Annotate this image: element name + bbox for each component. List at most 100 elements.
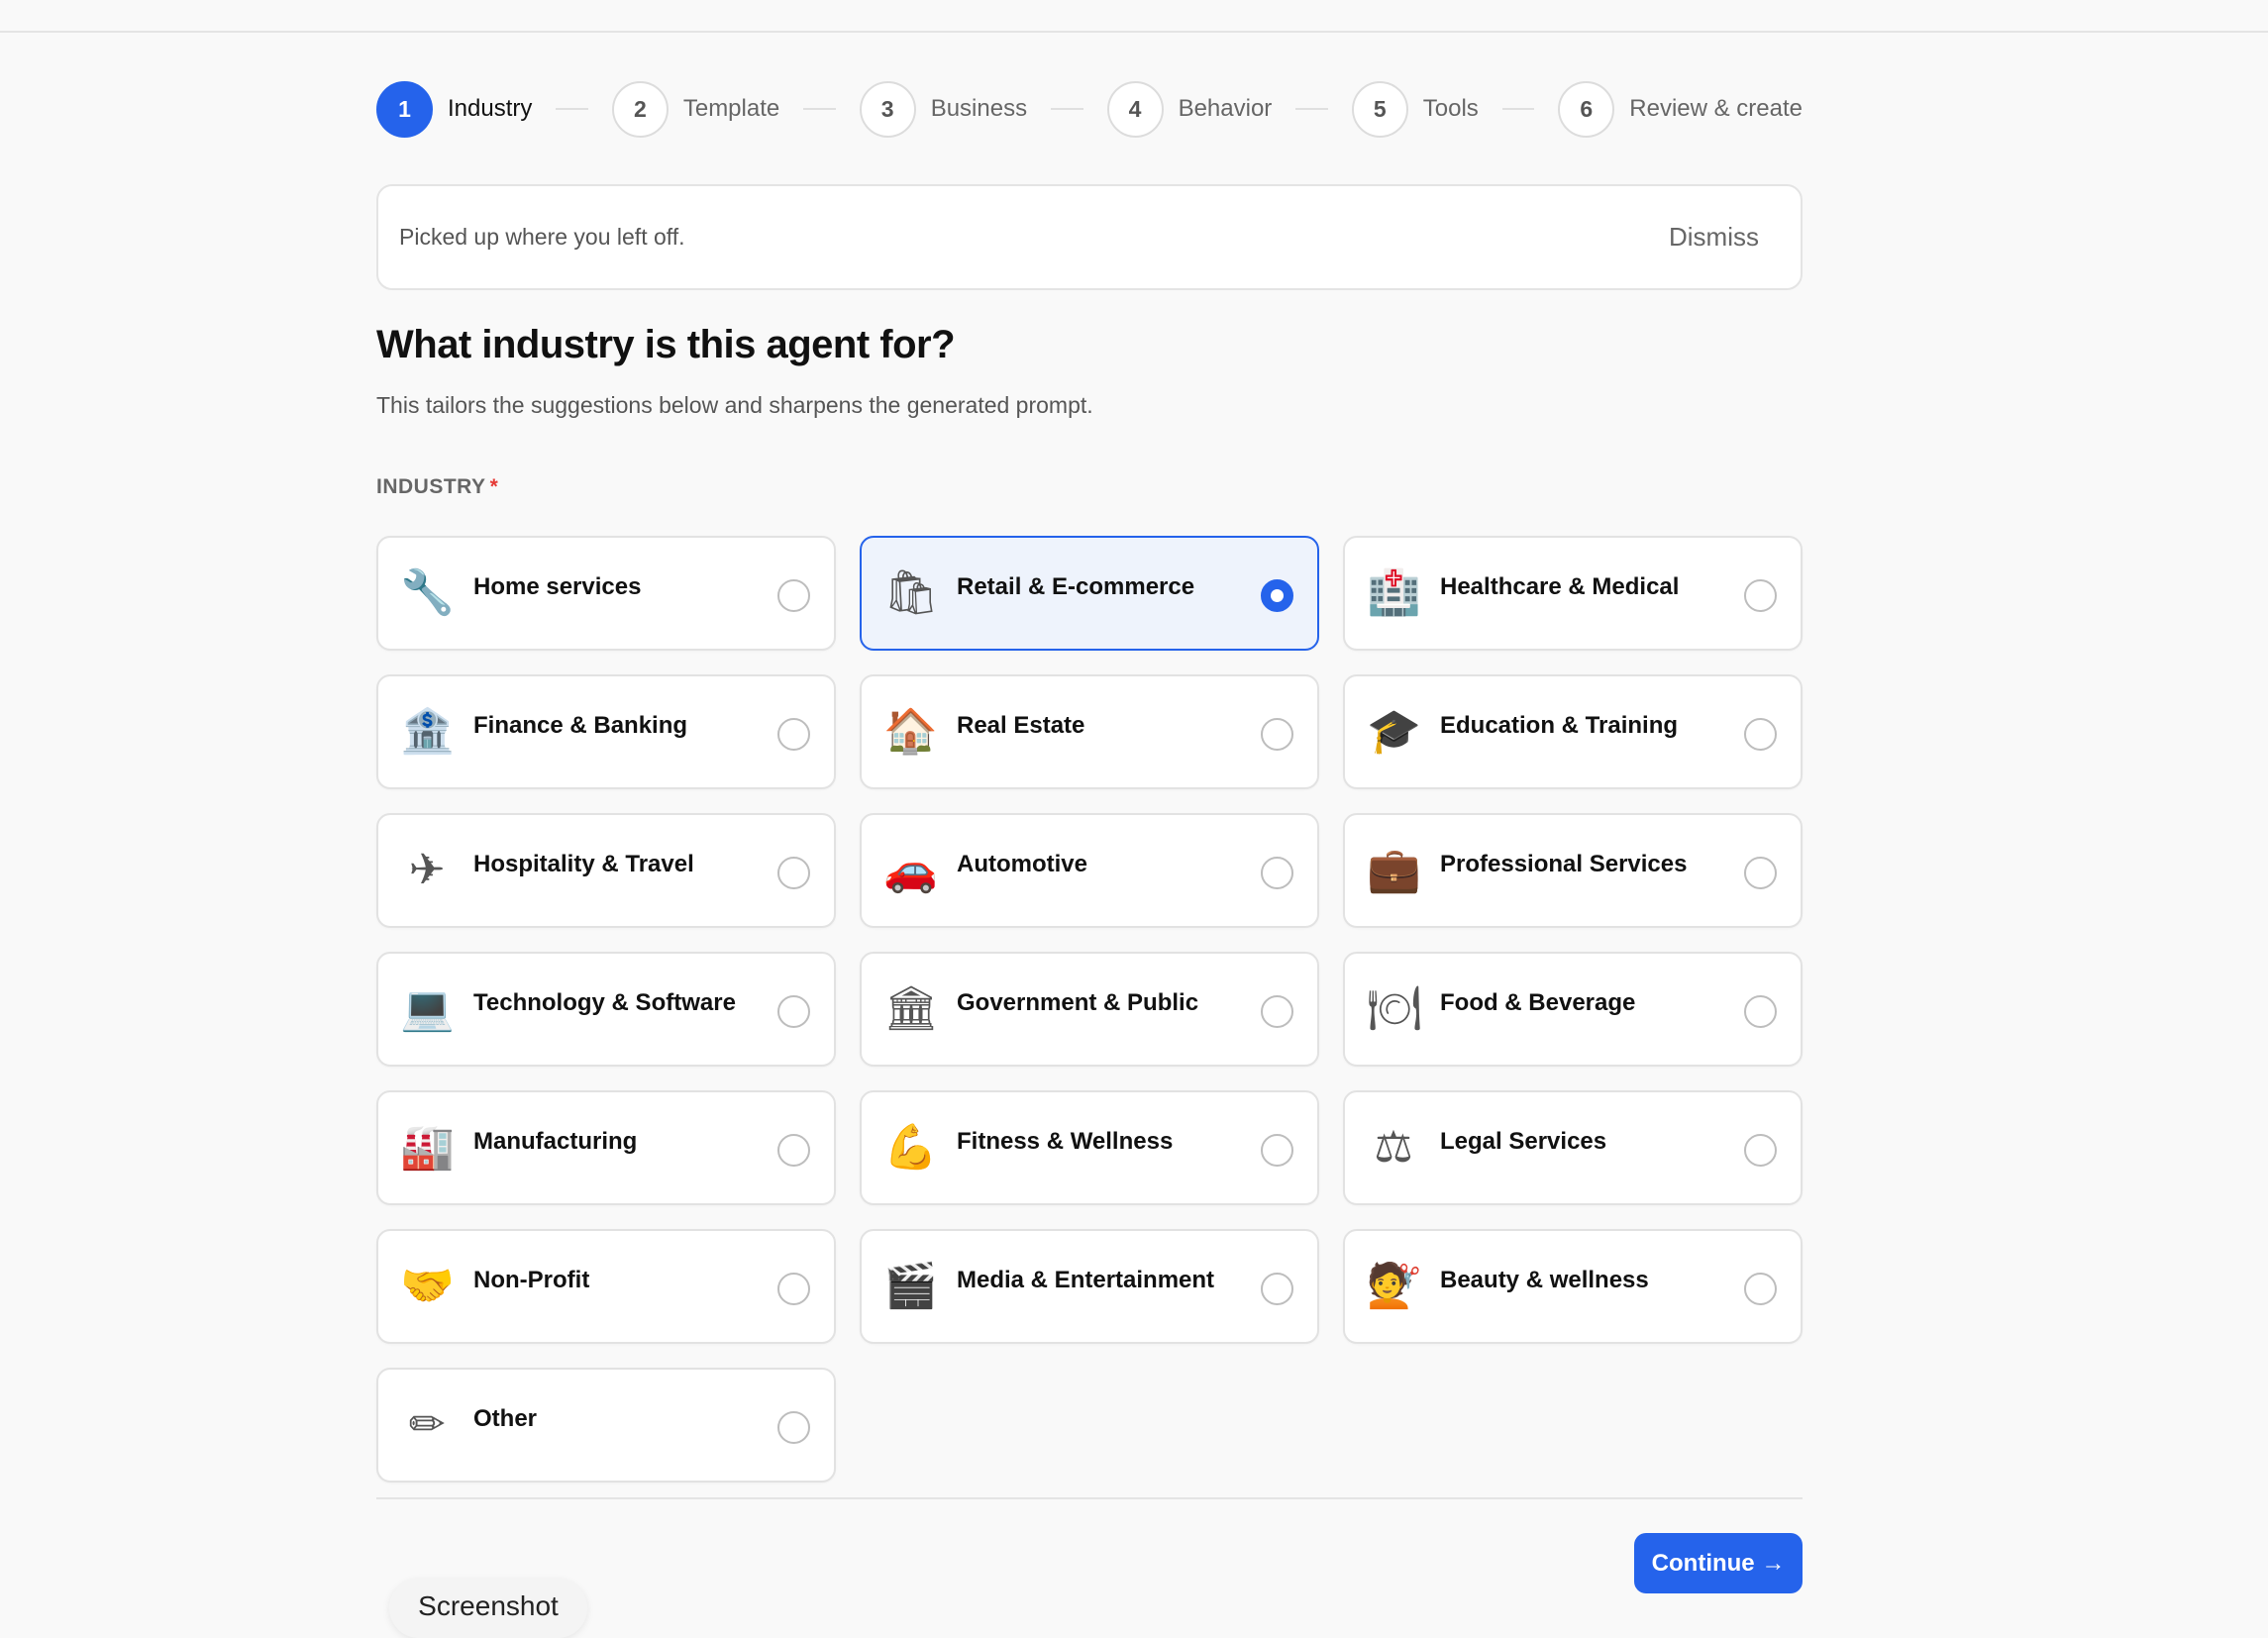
radio-unselected[interactable]: [777, 579, 810, 612]
car-icon: 🚗: [883, 845, 938, 895]
step-behavior[interactable]: 4 Behavior: [1106, 80, 1273, 138]
radio-unselected[interactable]: [1744, 718, 1777, 751]
radio-unselected[interactable]: [1744, 1273, 1777, 1305]
industry-option-label: Technology & Software: [473, 989, 736, 1016]
industry-option-card[interactable]: ✏ Other: [376, 1368, 836, 1483]
step-label: Tools: [1422, 95, 1479, 122]
radio-unselected[interactable]: [1261, 857, 1293, 889]
industry-option-label: Professional Services: [1440, 851, 1688, 877]
radio-unselected[interactable]: [777, 718, 810, 751]
house-icon: 🏠: [883, 706, 938, 757]
clapper-board-icon: 🎬: [883, 1261, 938, 1311]
step-review-create[interactable]: 6 Review & create: [1558, 80, 1804, 138]
industry-option-card[interactable]: 🚗 Automotive: [860, 813, 1319, 928]
classical-building-icon: 🏛: [883, 983, 939, 1034]
haircut-icon: 💇: [1367, 1261, 1421, 1311]
wizard-stepper: 1 Industry 2 Template 3 Business 4 Behav…: [376, 79, 1803, 139]
pencil-icon: ✏: [408, 1399, 446, 1450]
bank-icon: 🏦: [400, 706, 455, 757]
step-number: 4: [1106, 80, 1164, 138]
radio-unselected[interactable]: [777, 1134, 810, 1167]
industry-option-label: Healthcare & Medical: [1440, 573, 1680, 600]
industry-option-label: Other: [473, 1405, 538, 1432]
dismiss-button[interactable]: Dismiss: [1669, 222, 1759, 253]
graduation-cap-icon: 🎓: [1367, 706, 1421, 757]
industry-option-label: Hospitality & Travel: [473, 851, 694, 877]
radio-unselected[interactable]: [1744, 995, 1777, 1028]
industry-option-label: Government & Public: [957, 989, 1199, 1016]
industry-option-card[interactable]: 🏭 Manufacturing: [376, 1090, 836, 1205]
step-industry[interactable]: 1 Industry: [376, 80, 533, 138]
step-label: Behavior: [1178, 95, 1273, 122]
step-connector: [1501, 108, 1535, 110]
resume-banner: Picked up where you left off. Dismiss: [376, 184, 1803, 290]
radio-unselected[interactable]: [777, 1411, 810, 1444]
industry-option-label: Media & Entertainment: [957, 1267, 1215, 1293]
radio-unselected[interactable]: [1261, 1273, 1293, 1305]
page-subtitle: This tailors the suggestions below and s…: [376, 392, 1093, 418]
plate-cutlery-icon: 🍽: [1367, 983, 1422, 1034]
radio-unselected[interactable]: [1261, 718, 1293, 751]
step-connector: [556, 108, 588, 110]
flexed-biceps-icon: 💪: [883, 1122, 938, 1173]
industry-option-card[interactable]: 🛍 Retail & E-commerce: [860, 536, 1319, 651]
industry-option-card[interactable]: 💻 Technology & Software: [376, 952, 836, 1067]
radio-unselected[interactable]: [777, 995, 810, 1028]
industry-option-card[interactable]: 💪 Fitness & Wellness: [860, 1090, 1319, 1205]
step-label: Business: [930, 95, 1028, 122]
industry-option-card[interactable]: 🎬 Media & Entertainment: [860, 1229, 1319, 1344]
industry-option-card[interactable]: 💇 Beauty & wellness: [1343, 1229, 1803, 1344]
briefcase-icon: 💼: [1367, 845, 1421, 895]
industry-option-card[interactable]: 🤝 Non-Profit: [376, 1229, 836, 1344]
handshake-icon: 🤝: [400, 1261, 455, 1311]
industry-options-grid: 🔧 Home services 🛍 Retail & E-commerce 🏥 Healt…: [376, 536, 1803, 1483]
footer-divider: [376, 1497, 1803, 1499]
radio-unselected[interactable]: [1261, 1134, 1293, 1167]
step-template[interactable]: 2 Template: [611, 80, 780, 138]
step-connector: [803, 108, 836, 110]
industry-option-label: Retail & E-commerce: [957, 573, 1195, 600]
balance-scale-icon: ⚖: [1374, 1122, 1413, 1173]
required-marker: *: [489, 475, 499, 498]
industry-option-card[interactable]: 🔧 Home services: [376, 536, 836, 651]
factory-icon: 🏭: [400, 1122, 455, 1173]
industry-option-label: Automotive: [957, 851, 1087, 877]
radio-unselected[interactable]: [1744, 1134, 1777, 1167]
banner-message: Picked up where you left off.: [399, 224, 685, 250]
industry-option-card[interactable]: 🎓 Education & Training: [1343, 674, 1803, 789]
shopping-bags-icon: 🛍: [883, 567, 939, 618]
step-business[interactable]: 3 Business: [859, 80, 1028, 138]
radio-selected[interactable]: [1261, 579, 1293, 612]
industry-option-label: Non-Profit: [473, 1267, 590, 1293]
industry-option-card[interactable]: 🏥 Healthcare & Medical: [1343, 536, 1803, 651]
hospital-icon: 🏥: [1367, 567, 1421, 618]
step-label: Template: [682, 95, 780, 122]
step-number: 6: [1558, 80, 1615, 138]
industry-option-label: Food & Beverage: [1440, 989, 1636, 1016]
continue-button[interactable]: Continue →: [1634, 1533, 1803, 1593]
industry-option-card[interactable]: 🏠 Real Estate: [860, 674, 1319, 789]
step-number: 1: [376, 80, 433, 138]
step-label: Review & create: [1629, 95, 1804, 122]
screenshot-button[interactable]: Screenshot: [389, 1579, 587, 1638]
industry-option-card[interactable]: 🏛 Government & Public: [860, 952, 1319, 1067]
radio-unselected[interactable]: [1744, 579, 1777, 612]
industry-option-card[interactable]: 💼 Professional Services: [1343, 813, 1803, 928]
industry-option-card[interactable]: 🍽 Food & Beverage: [1343, 952, 1803, 1067]
airplane-icon: ✈: [408, 845, 446, 895]
industry-option-label: Legal Services: [1440, 1128, 1607, 1155]
industry-option-label: Finance & Banking: [473, 712, 688, 739]
radio-unselected[interactable]: [1744, 857, 1777, 889]
step-label: Industry: [448, 95, 533, 122]
radio-unselected[interactable]: [1261, 995, 1293, 1028]
laptop-icon: 💻: [400, 983, 455, 1034]
industry-option-card[interactable]: ⚖ Legal Services: [1343, 1090, 1803, 1205]
step-tools[interactable]: 5 Tools: [1351, 80, 1479, 138]
industry-option-card[interactable]: ✈ Hospitality & Travel: [376, 813, 836, 928]
industry-option-label: Home services: [473, 573, 642, 600]
page-title: What industry is this agent for?: [376, 323, 956, 366]
industry-option-label: Fitness & Wellness: [957, 1128, 1174, 1155]
radio-unselected[interactable]: [777, 1273, 810, 1305]
radio-unselected[interactable]: [777, 857, 810, 889]
industry-option-card[interactable]: 🏦 Finance & Banking: [376, 674, 836, 789]
